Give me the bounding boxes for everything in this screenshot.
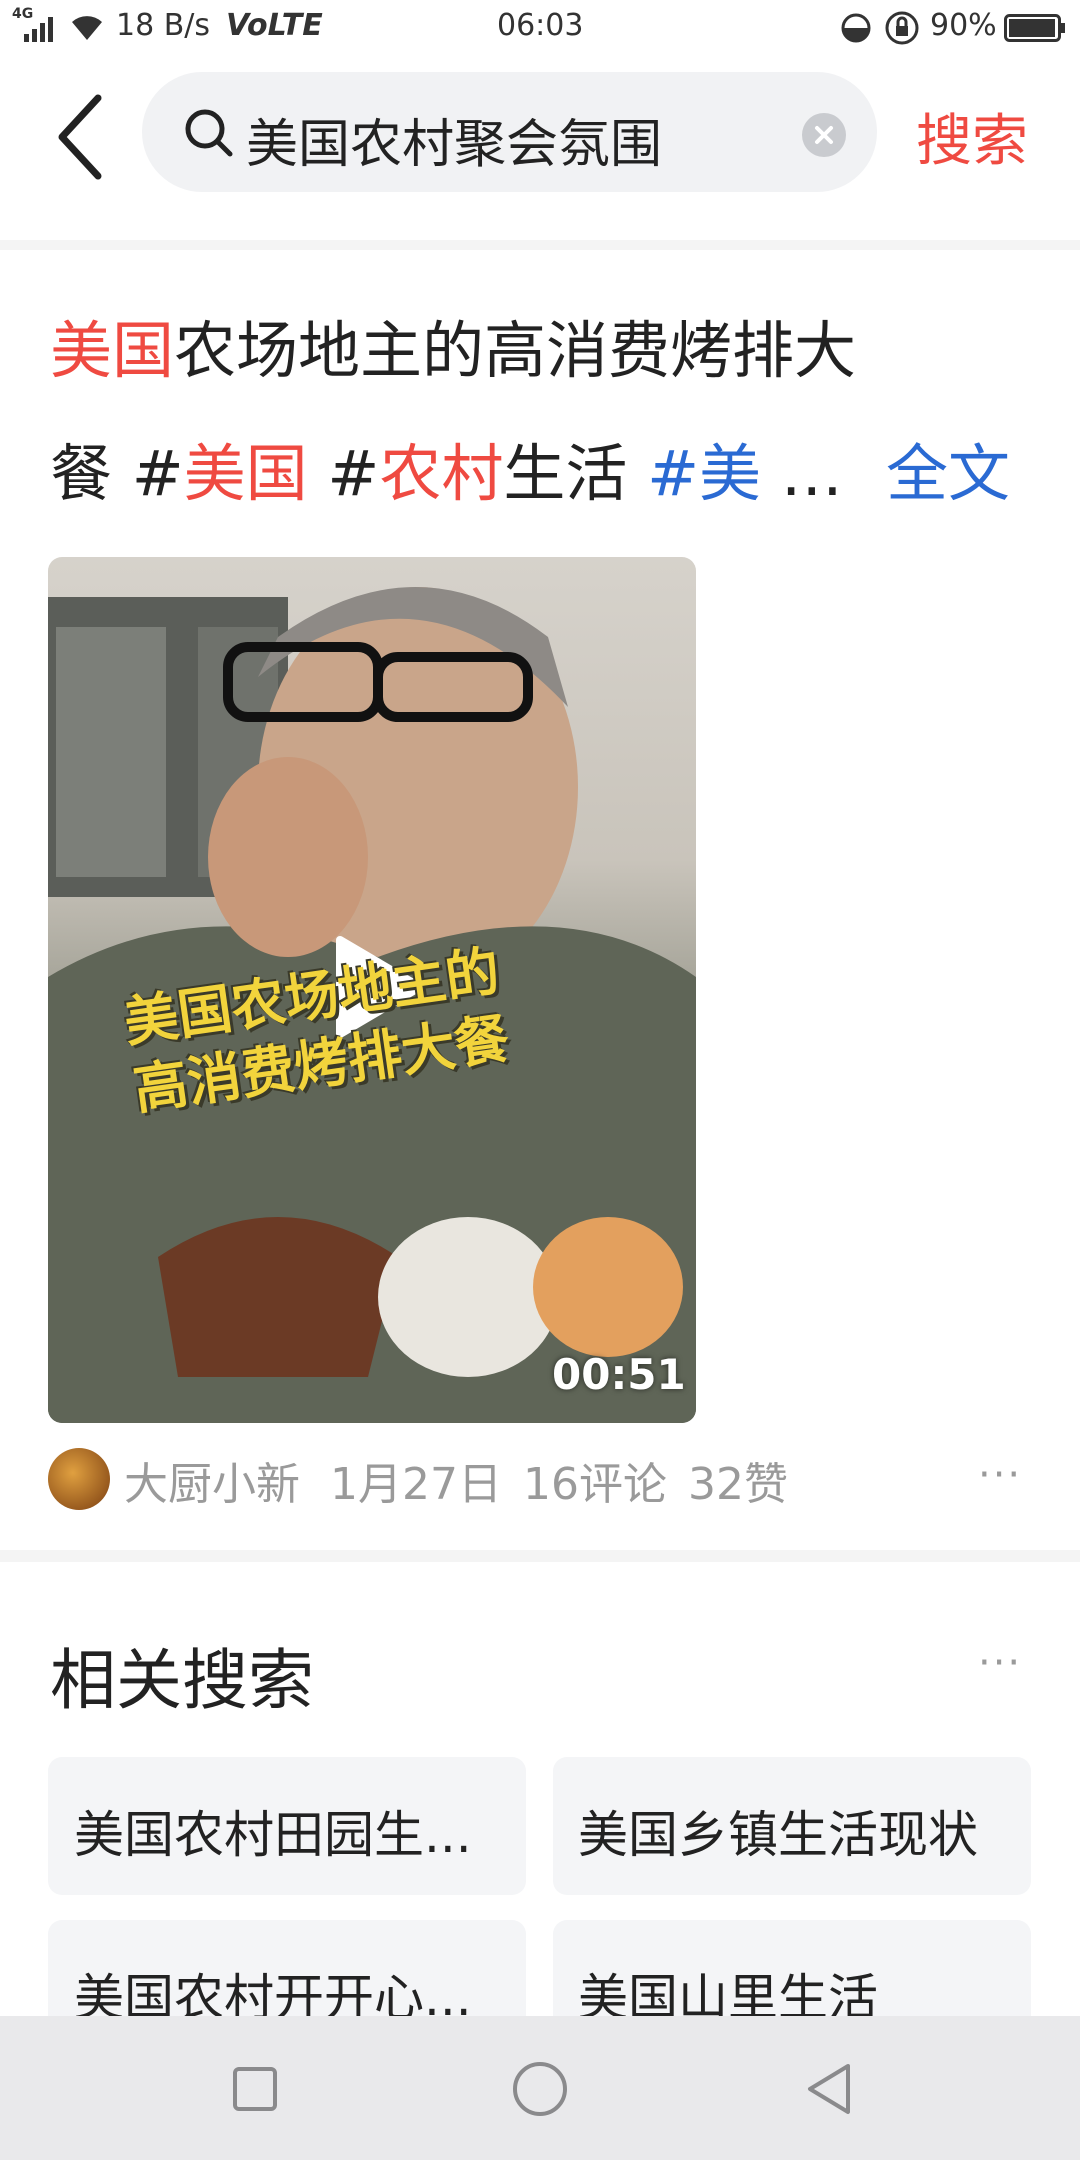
battery-icon [1004,14,1065,42]
keyword-highlight: 美国 [183,437,308,510]
video-duration: 00:51 [552,1350,686,1399]
search-query-text: 美国农村聚会氛围 [246,115,663,175]
author-avatar[interactable] [48,1448,110,1510]
clear-search-button[interactable] [802,113,846,157]
search-icon [185,109,233,157]
post-title-line-2[interactable]: 餐 #美国 #农村生活 #美 … [50,443,843,505]
full-text-link[interactable]: 全文 [886,443,1010,505]
comment-count: 16评论 [523,1459,667,1510]
status-bar: 4G 18 B/s VoLTE 06:03 90% [0,0,1080,56]
search-button[interactable]: 搜索 [916,96,1028,177]
post-title-line-1[interactable]: 美国农场地主的高消费烤排大 [50,320,856,382]
volte-label: VoLTE [226,8,323,43]
ellipsis: … [761,437,843,510]
hashtag-link[interactable]: #美 [647,437,761,510]
recent-apps-icon[interactable] [232,2066,278,2112]
clock: 06:03 [497,8,584,43]
like-count: 32赞 [688,1459,788,1510]
network-speed: 18 B/s [116,8,211,43]
system-navigation-bar [0,2016,1080,2160]
post-title-text: # [307,437,380,510]
keyword-highlight: 农村 [379,437,504,510]
keyword-highlight: 美国 [50,314,175,387]
back-icon[interactable] [804,2062,854,2116]
author-name[interactable]: 大厨小新 [124,1448,300,1512]
more-options-button[interactable]: ··· [978,1452,1022,1498]
wifi-icon [72,16,102,40]
post-title-text: 生活 [503,437,648,510]
related-search-label: 美国乡镇生活现状 [578,1806,978,1864]
back-arrow-icon[interactable] [52,92,112,182]
moon-icon [841,13,871,43]
post-date: 1月27日 [330,1459,502,1510]
related-searches-title: 相关搜索 [50,1642,314,1719]
related-search-label: 美国农村田园生... [74,1806,472,1864]
close-icon [815,126,833,144]
post-title-text: 农场地主的高消费烤排大 [174,314,857,387]
signal-icon [24,17,53,42]
related-more-button[interactable]: ··· [978,1640,1022,1686]
home-icon[interactable] [511,2060,569,2118]
battery-percentage: 90% [930,8,997,43]
lock-rotation-icon [885,11,919,45]
post-title-text: 餐 # [50,437,184,510]
